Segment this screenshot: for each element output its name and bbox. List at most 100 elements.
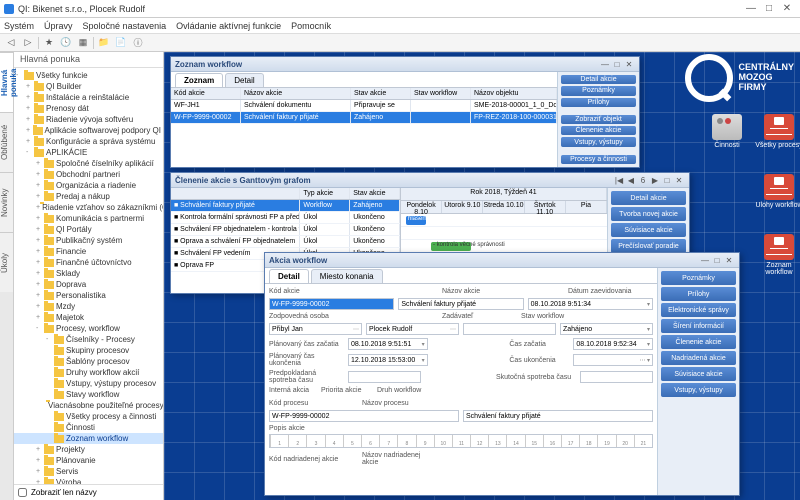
tool-icon[interactable]: ▦ — [76, 36, 90, 50]
win-max-icon[interactable]: □ — [711, 256, 723, 265]
tree-item[interactable]: Činnosti — [14, 422, 163, 433]
side-action-button[interactable]: Poznámky — [661, 271, 736, 285]
tree-item[interactable]: +Projekty — [14, 444, 163, 455]
zad-field[interactable]: Plocek Rudolf⋯ — [366, 323, 459, 335]
skut-field[interactable] — [580, 371, 653, 383]
tree-item[interactable]: +Prenosy dát — [14, 103, 163, 114]
win-close-icon[interactable]: ✕ — [623, 60, 635, 69]
clock-icon[interactable]: 🕓 — [59, 36, 73, 50]
endplan-field[interactable]: 12.10.2018 15:53:00▾ — [348, 354, 428, 366]
workspace-shortcut[interactable]: Ulohy workflow — [754, 174, 800, 209]
tree-item[interactable]: +Plánovanie — [14, 455, 163, 466]
tree-item[interactable]: +Spoločné číselníky aplikácií — [14, 158, 163, 169]
side-action-button[interactable]: Vstupy, výstupy — [561, 137, 636, 146]
info-icon[interactable]: ⓘ — [131, 36, 145, 50]
tree-item[interactable]: -APLIKÁCIE — [14, 147, 163, 158]
tree-item[interactable]: +Servis — [14, 466, 163, 477]
caszac-field[interactable]: 08.10.2018 9:52:34▾ — [573, 338, 653, 350]
nazov-field[interactable]: Schválení faktury přijaté — [398, 298, 523, 310]
minimize-button[interactable]: — — [742, 3, 760, 14]
tree-item[interactable]: +Sklady — [14, 268, 163, 279]
menu-item[interactable]: Úpravy — [44, 21, 73, 31]
table-row[interactable]: W-FP-9999-00002Schválení faktury přijaté… — [171, 112, 557, 124]
page-icon[interactable]: 📄 — [114, 36, 128, 50]
side-action-button[interactable]: Prečíslovať poradie — [611, 239, 686, 253]
side-action-button[interactable]: Členenie akcie — [561, 126, 636, 135]
side-action-button[interactable]: Šírení informácií — [661, 319, 736, 333]
menu-item[interactable]: Systém — [4, 21, 34, 31]
side-action-button[interactable]: Prílohy — [561, 98, 636, 107]
tree-item[interactable]: -Procesy, workflow — [14, 323, 163, 334]
gantt-task-row[interactable]: ■ Kontrola formální správnosti FP a před… — [171, 212, 400, 224]
tree-item[interactable]: +Personalistika — [14, 290, 163, 301]
tree-item[interactable]: Šablóny procesov — [14, 356, 163, 367]
tree-item[interactable]: +QI Builder — [14, 81, 163, 92]
sidetab-news[interactable]: Novinky — [0, 172, 13, 232]
gantt-task-row[interactable]: ■ Schválení faktury přijatéWorkflowZaháj… — [171, 200, 400, 212]
tree-item[interactable]: +Výroba — [14, 477, 163, 484]
pred-field[interactable] — [348, 371, 421, 383]
menu-item[interactable]: Pomocník — [291, 21, 331, 31]
side-action-button[interactable]: Súvisiace akcie — [611, 223, 686, 237]
workspace-shortcut[interactable]: Činnosti — [702, 114, 752, 149]
gantt-task-row[interactable]: ■ Schválení FP objednatelem - kontrola v… — [171, 224, 400, 236]
stav-field[interactable]: Zahájeno▾ — [560, 323, 653, 335]
sidetab-tasks[interactable]: Úkoly — [0, 232, 13, 292]
tree-item[interactable]: +Financie — [14, 246, 163, 257]
tree-item[interactable]: +QI Portály — [14, 224, 163, 235]
tree-item[interactable]: Vstupy, výstupy procesov — [14, 378, 163, 389]
win-close-icon[interactable]: ✕ — [723, 256, 735, 265]
folder-icon[interactable]: 📁 — [97, 36, 111, 50]
names-only-checkbox[interactable] — [18, 488, 27, 497]
side-action-button[interactable]: Elektronické správy — [661, 303, 736, 317]
kod-field[interactable]: W-FP-9999-00002 — [269, 298, 394, 310]
tree-item[interactable]: Druhy workflow akcií — [14, 367, 163, 378]
win-min-icon[interactable]: — — [599, 60, 611, 69]
sidetab-main[interactable]: Hlavná ponuka — [0, 52, 13, 112]
side-action-button[interactable]: Nadriadená akcie — [661, 351, 736, 365]
side-action-button[interactable]: Členenie akcie — [661, 335, 736, 349]
win-min-icon[interactable]: — — [699, 256, 711, 265]
tab-miesto[interactable]: Miesto konania — [311, 269, 383, 283]
tree-item[interactable]: Skupiny procesov — [14, 345, 163, 356]
side-action-button[interactable]: Zobraziť objekt — [561, 115, 636, 124]
maximize-button[interactable]: □ — [760, 3, 778, 14]
tree-item[interactable]: +Inštalácie a reinštalácie — [14, 92, 163, 103]
tree-item[interactable]: +Obchodní partneri — [14, 169, 163, 180]
tree-item[interactable]: +Publikačný systém — [14, 235, 163, 246]
nav-prev-icon[interactable]: ◀ — [625, 176, 637, 185]
tab-zoznam[interactable]: Zoznam — [175, 73, 223, 87]
tree-item[interactable]: Stavy workflow — [14, 389, 163, 400]
workspace-shortcut[interactable]: Zoznam workflow — [754, 234, 800, 276]
tree-item[interactable]: +Majetok — [14, 312, 163, 323]
gantt-task-row[interactable]: ■ Oprava a schválení FP objednatelemÚkol… — [171, 236, 400, 248]
workspace-shortcut[interactable]: Všetky procesy — [754, 114, 800, 149]
win-max-icon[interactable]: □ — [661, 176, 673, 185]
tree-item[interactable]: +Organizácia a riadenie — [14, 180, 163, 191]
tree-item[interactable]: +Aplikácie softwarovej podpory QI — [14, 125, 163, 136]
back-icon[interactable]: ◁ — [4, 36, 18, 50]
datum-field[interactable]: 08.10.2018 9:51:34▾ — [528, 298, 653, 310]
tree-item[interactable]: +Riadenie vzťahov so zákazníkmi (CRM) — [14, 202, 163, 213]
tree-item[interactable]: +Doprava — [14, 279, 163, 290]
tree-item[interactable]: -Číselníky - Procesy — [14, 334, 163, 345]
side-action-button[interactable]: Súvisiace akcie — [661, 367, 736, 381]
tree-item[interactable]: Viacnásobne použiteľné procesy — [14, 400, 163, 411]
tree-item[interactable]: Zoznam workflow — [14, 433, 163, 444]
casuk-field[interactable]: ⋯ ▾ — [573, 354, 653, 366]
menu-item[interactable]: Ovládanie aktívnej funkcie — [176, 21, 281, 31]
sidetab-fav[interactable]: Obľúbené — [0, 112, 13, 172]
nazovp-field[interactable]: Schválení faktury přijaté — [463, 410, 653, 422]
side-action-button[interactable]: Detail akcie — [561, 75, 636, 84]
tab-detail[interactable]: Detail — [269, 269, 309, 283]
menu-item[interactable]: Spoločné nastavenia — [83, 21, 167, 31]
stavw-field[interactable] — [463, 323, 556, 335]
tab-detail[interactable]: Detail — [225, 73, 263, 87]
tree-item[interactable]: +Finančné účtovníctvo — [14, 257, 163, 268]
star-icon[interactable]: ★ — [42, 36, 56, 50]
nav-first-icon[interactable]: |◀ — [613, 176, 625, 185]
ruler[interactable]: 123456789101112131415161718192021 — [269, 434, 653, 448]
side-action-button[interactable]: Prílohy — [661, 287, 736, 301]
tree-item[interactable]: +Predaj a nákup — [14, 191, 163, 202]
start-field[interactable]: 08.10.2018 9:51:51▾ — [348, 338, 428, 350]
